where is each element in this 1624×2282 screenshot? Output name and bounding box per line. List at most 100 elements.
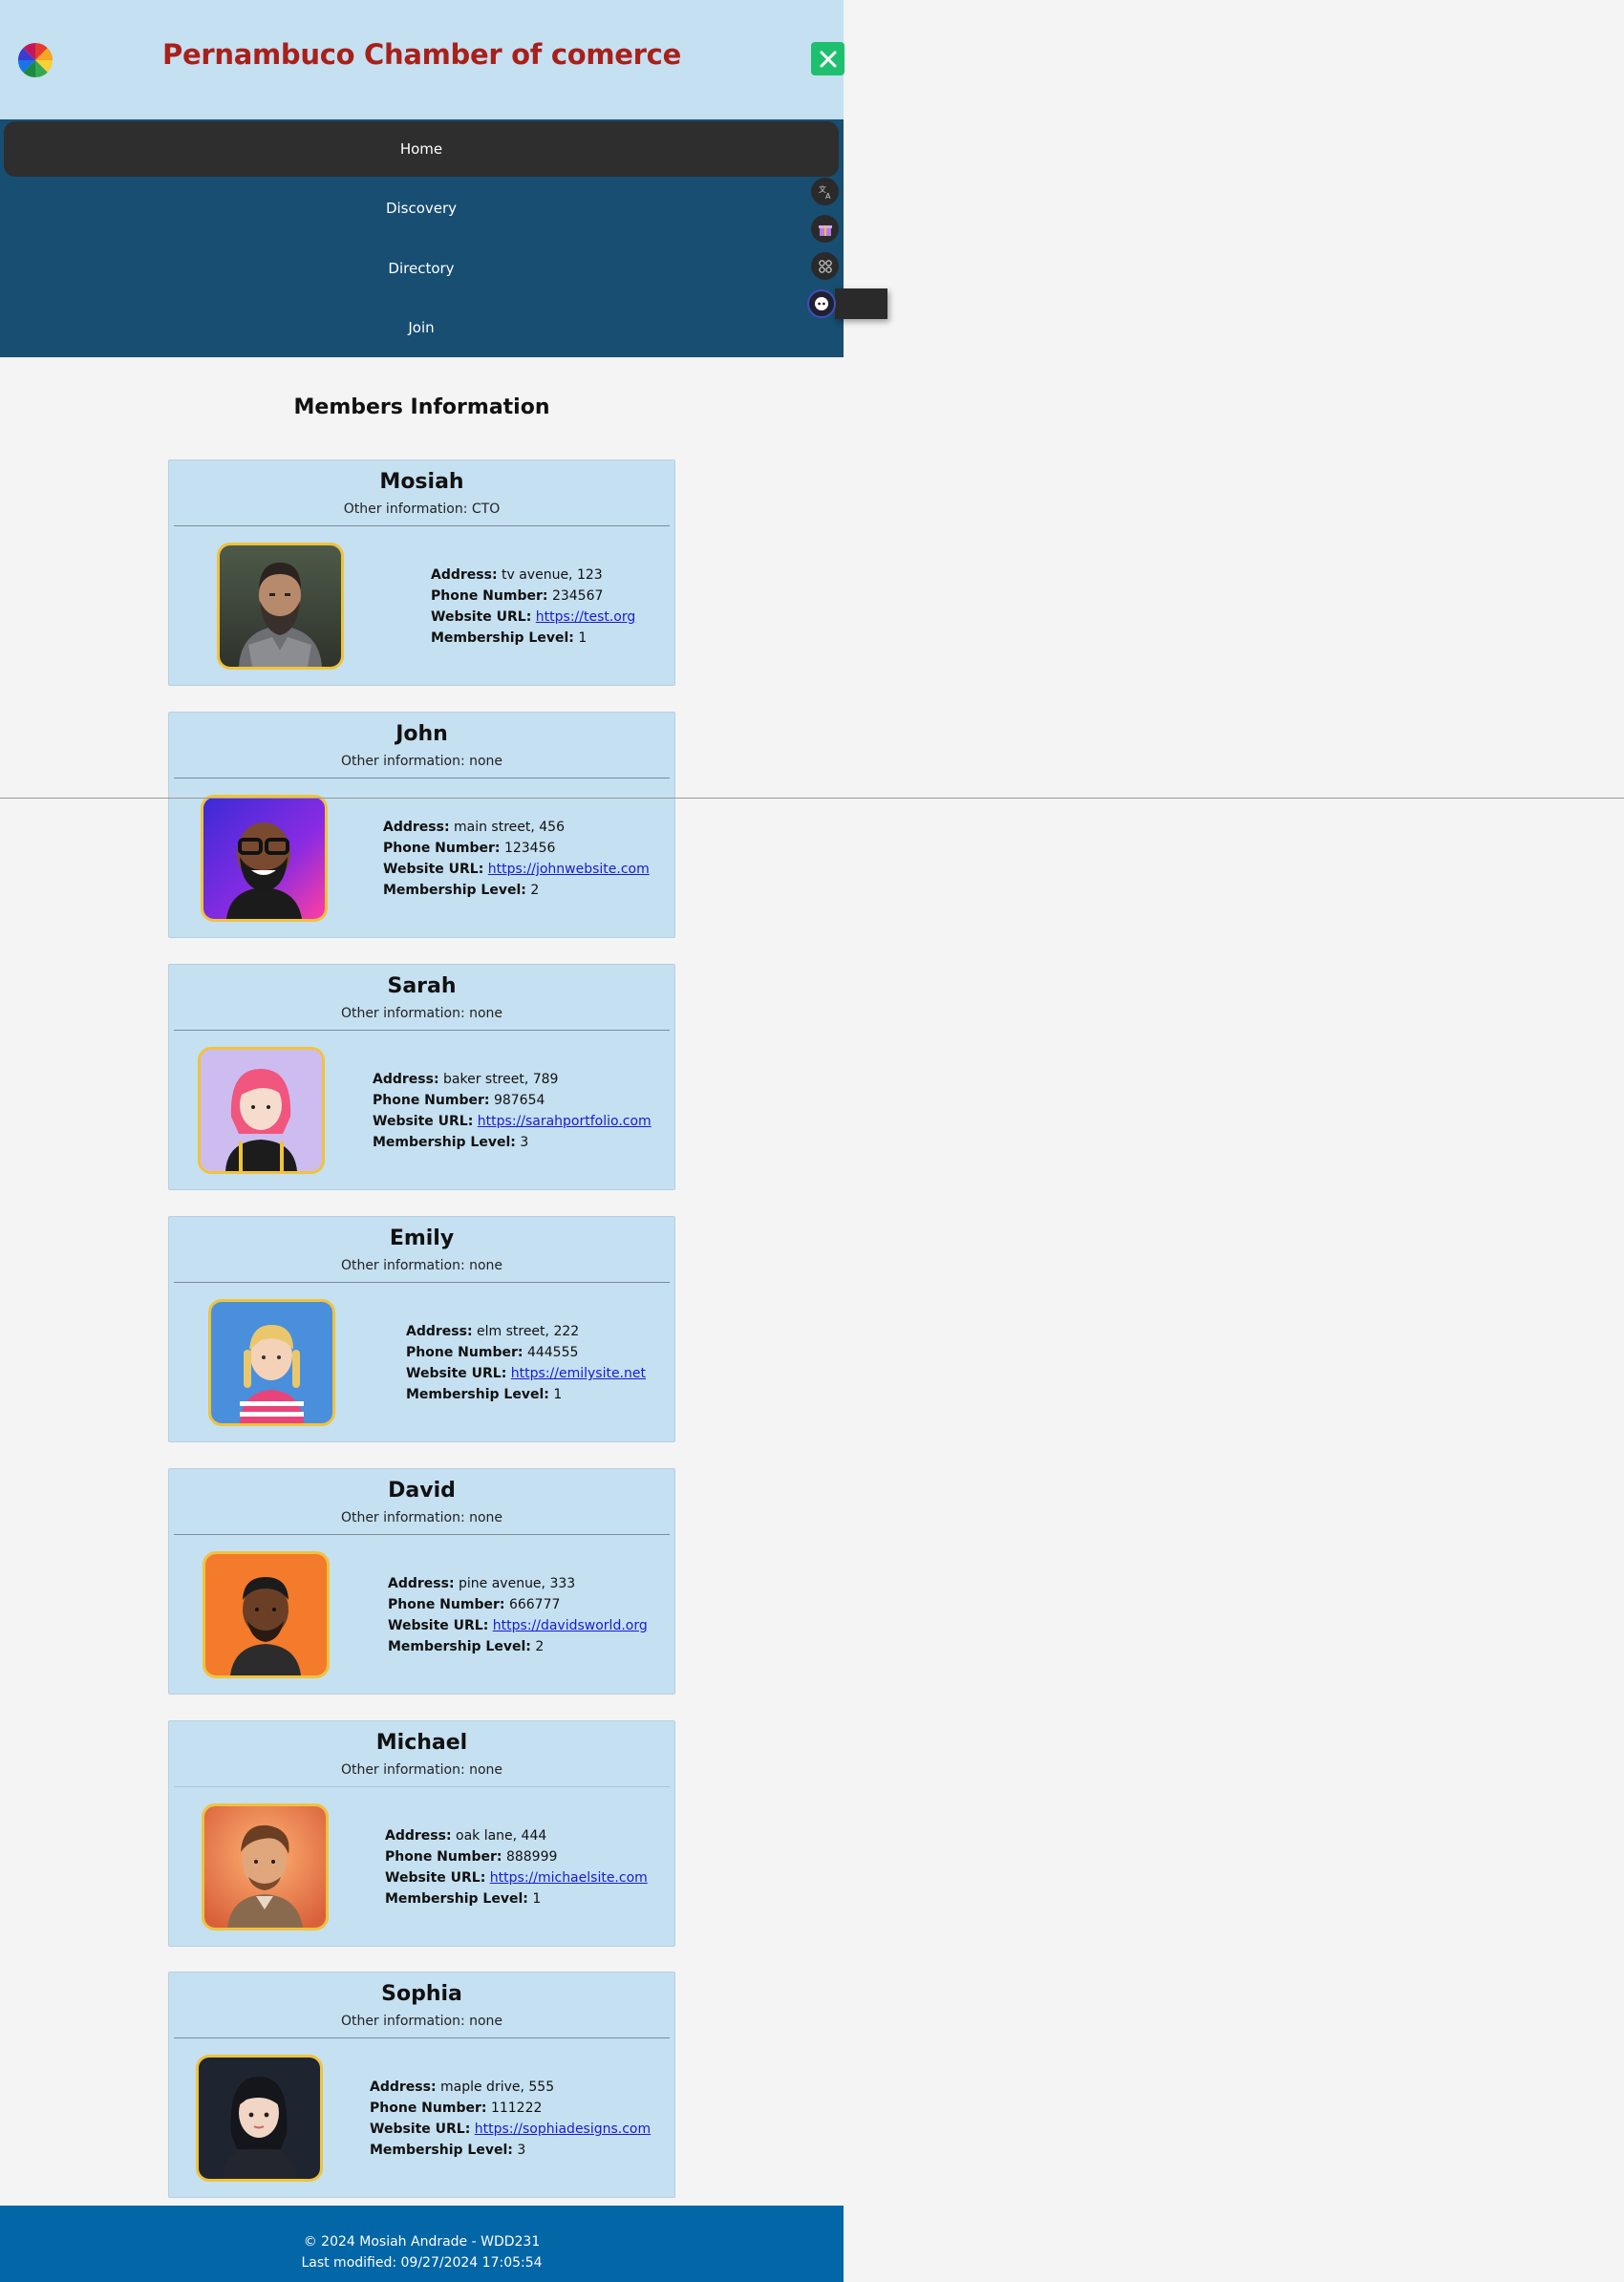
assistant-panel[interactable] <box>835 288 887 319</box>
membership-value: 2 <box>535 1639 545 1654</box>
website-link[interactable]: https://michaelsite.com <box>490 1870 648 1886</box>
phone-value: 123456 <box>503 841 556 856</box>
horizontal-guide-line <box>0 798 1624 799</box>
member-other-info: Other information: CTO <box>169 501 674 517</box>
nav-item-directory[interactable]: Directory <box>4 241 839 296</box>
website-row: Website URL: https://johnwebsite.com <box>383 859 650 880</box>
address-label: Address: <box>388 1576 455 1591</box>
member-other-info: Other information: none <box>169 754 674 769</box>
website-link[interactable]: https://test.org <box>536 609 635 625</box>
site-title: Pernambuco Chamber of comerce <box>162 38 681 71</box>
member-card: Mosiah Other information: CTO Address: t… <box>168 459 675 686</box>
site-header: Pernambuco Chamber of comerce <box>0 0 844 119</box>
website-label: Website URL: <box>406 1366 507 1381</box>
website-row: Website URL: https://sophiadesigns.com <box>370 2119 651 2140</box>
card-divider <box>174 1786 670 1787</box>
chat-assistant-icon[interactable] <box>807 289 836 318</box>
address-value: oak lane, 444 <box>456 1828 547 1844</box>
other-info-prefix: Other information: <box>340 754 470 769</box>
member-card: David Other information: none Address: p… <box>168 1468 675 1695</box>
translate-icon[interactable]: 文 A <box>811 178 839 205</box>
phone-row: Phone Number: 111222 <box>370 2098 651 2119</box>
member-name: Sarah <box>387 974 457 998</box>
site-footer: © 2024 Mosiah Andrade - WDD231 Last modi… <box>0 2206 844 2282</box>
website-link[interactable]: https://emilysite.net <box>511 1366 646 1381</box>
member-card: Emily Other information: none Address: e… <box>168 1216 675 1442</box>
address-label: Address: <box>373 1072 439 1087</box>
other-info-value: none <box>469 1258 503 1273</box>
membership-row: Membership Level: 2 <box>383 880 650 901</box>
other-info-value: none <box>469 1510 503 1525</box>
member-details: Address: pine avenue, 333 Phone Number: … <box>388 1573 648 1657</box>
member-avatar <box>202 1803 329 1930</box>
member-avatar <box>217 543 344 670</box>
nav-item-discovery[interactable]: Discovery <box>4 181 839 236</box>
translate-glyph: 文 A <box>819 184 831 200</box>
website-row: Website URL: https://michaelsite.com <box>385 1867 648 1888</box>
member-card: Sophia Other information: none Address: … <box>168 1972 675 2198</box>
close-icon <box>820 51 836 67</box>
other-info-prefix: Other information: <box>340 1258 470 1273</box>
member-avatar <box>203 1551 330 1678</box>
phone-value: 111222 <box>490 2101 543 2116</box>
page: Pernambuco Chamber of comerce Home Disco… <box>0 0 887 2282</box>
apps-icon[interactable] <box>811 252 839 280</box>
membership-label: Membership Level: <box>388 1639 531 1654</box>
address-label: Address: <box>385 1828 452 1844</box>
membership-label: Membership Level: <box>383 883 526 898</box>
member-details: Address: elm street, 222 Phone Number: 4… <box>406 1321 646 1405</box>
membership-row: Membership Level: 1 <box>431 628 635 649</box>
gift-icon[interactable] <box>811 215 839 243</box>
member-details: Address: maple drive, 555 Phone Number: … <box>370 2077 651 2161</box>
phone-row: Phone Number: 888999 <box>385 1846 648 1867</box>
member-card: John Other information: none Address: ma… <box>168 712 675 938</box>
avatar-art <box>220 545 341 667</box>
website-link[interactable]: https://sophiadesigns.com <box>475 2122 651 2137</box>
address-row: Address: maple drive, 555 <box>370 2077 651 2098</box>
phone-label: Phone Number: <box>370 2101 487 2116</box>
phone-label: Phone Number: <box>431 588 548 604</box>
member-name: David <box>388 1479 456 1503</box>
other-info-value: CTO <box>471 501 501 517</box>
membership-value: 1 <box>578 630 588 646</box>
phone-value: 987654 <box>493 1093 545 1108</box>
nav-item-home[interactable]: Home <box>4 121 839 177</box>
membership-value: 2 <box>530 883 540 898</box>
address-row: Address: pine avenue, 333 <box>388 1573 648 1594</box>
member-other-info: Other information: none <box>169 1258 674 1273</box>
card-divider <box>174 2037 670 2038</box>
other-info-prefix: Other information: <box>343 501 472 517</box>
phone-value: 444555 <box>526 1345 579 1360</box>
card-divider <box>174 1534 670 1535</box>
membership-row: Membership Level: 3 <box>370 2140 651 2161</box>
website-link[interactable]: https://johnwebsite.com <box>488 862 650 877</box>
address-value: baker street, 789 <box>443 1072 559 1087</box>
phone-row: Phone Number: 123456 <box>383 838 650 859</box>
member-card: Sarah Other information: none Address: b… <box>168 964 675 1190</box>
website-row: Website URL: https://emilysite.net <box>406 1363 646 1384</box>
address-value: main street, 456 <box>454 820 565 835</box>
apps-glyph <box>818 259 832 273</box>
nav-item-join[interactable]: Join <box>4 300 839 355</box>
phone-row: Phone Number: 987654 <box>373 1090 652 1111</box>
member-card: Michael Other information: none Address:… <box>168 1720 675 1947</box>
address-label: Address: <box>383 820 450 835</box>
member-name: Mosiah <box>379 470 464 494</box>
website-link[interactable]: https://davidsworld.org <box>493 1618 648 1633</box>
website-label: Website URL: <box>370 2122 471 2137</box>
svg-text:A: A <box>825 192 831 200</box>
website-label: Website URL: <box>383 862 484 877</box>
website-link[interactable]: https://sarahportfolio.com <box>478 1114 652 1129</box>
website-label: Website URL: <box>373 1114 474 1129</box>
phone-label: Phone Number: <box>406 1345 524 1360</box>
address-value: pine avenue, 333 <box>459 1576 576 1591</box>
other-info-value: none <box>469 1762 503 1778</box>
member-name: Michael <box>375 1731 468 1755</box>
close-menu-button[interactable] <box>811 42 844 75</box>
other-info-value: none <box>469 2014 503 2029</box>
member-details: Address: tv avenue, 123 Phone Number: 23… <box>431 565 635 649</box>
members-title: Members Information <box>293 395 550 419</box>
phone-label: Phone Number: <box>388 1597 505 1612</box>
member-details: Address: oak lane, 444 Phone Number: 888… <box>385 1825 648 1909</box>
card-divider <box>174 1030 670 1031</box>
